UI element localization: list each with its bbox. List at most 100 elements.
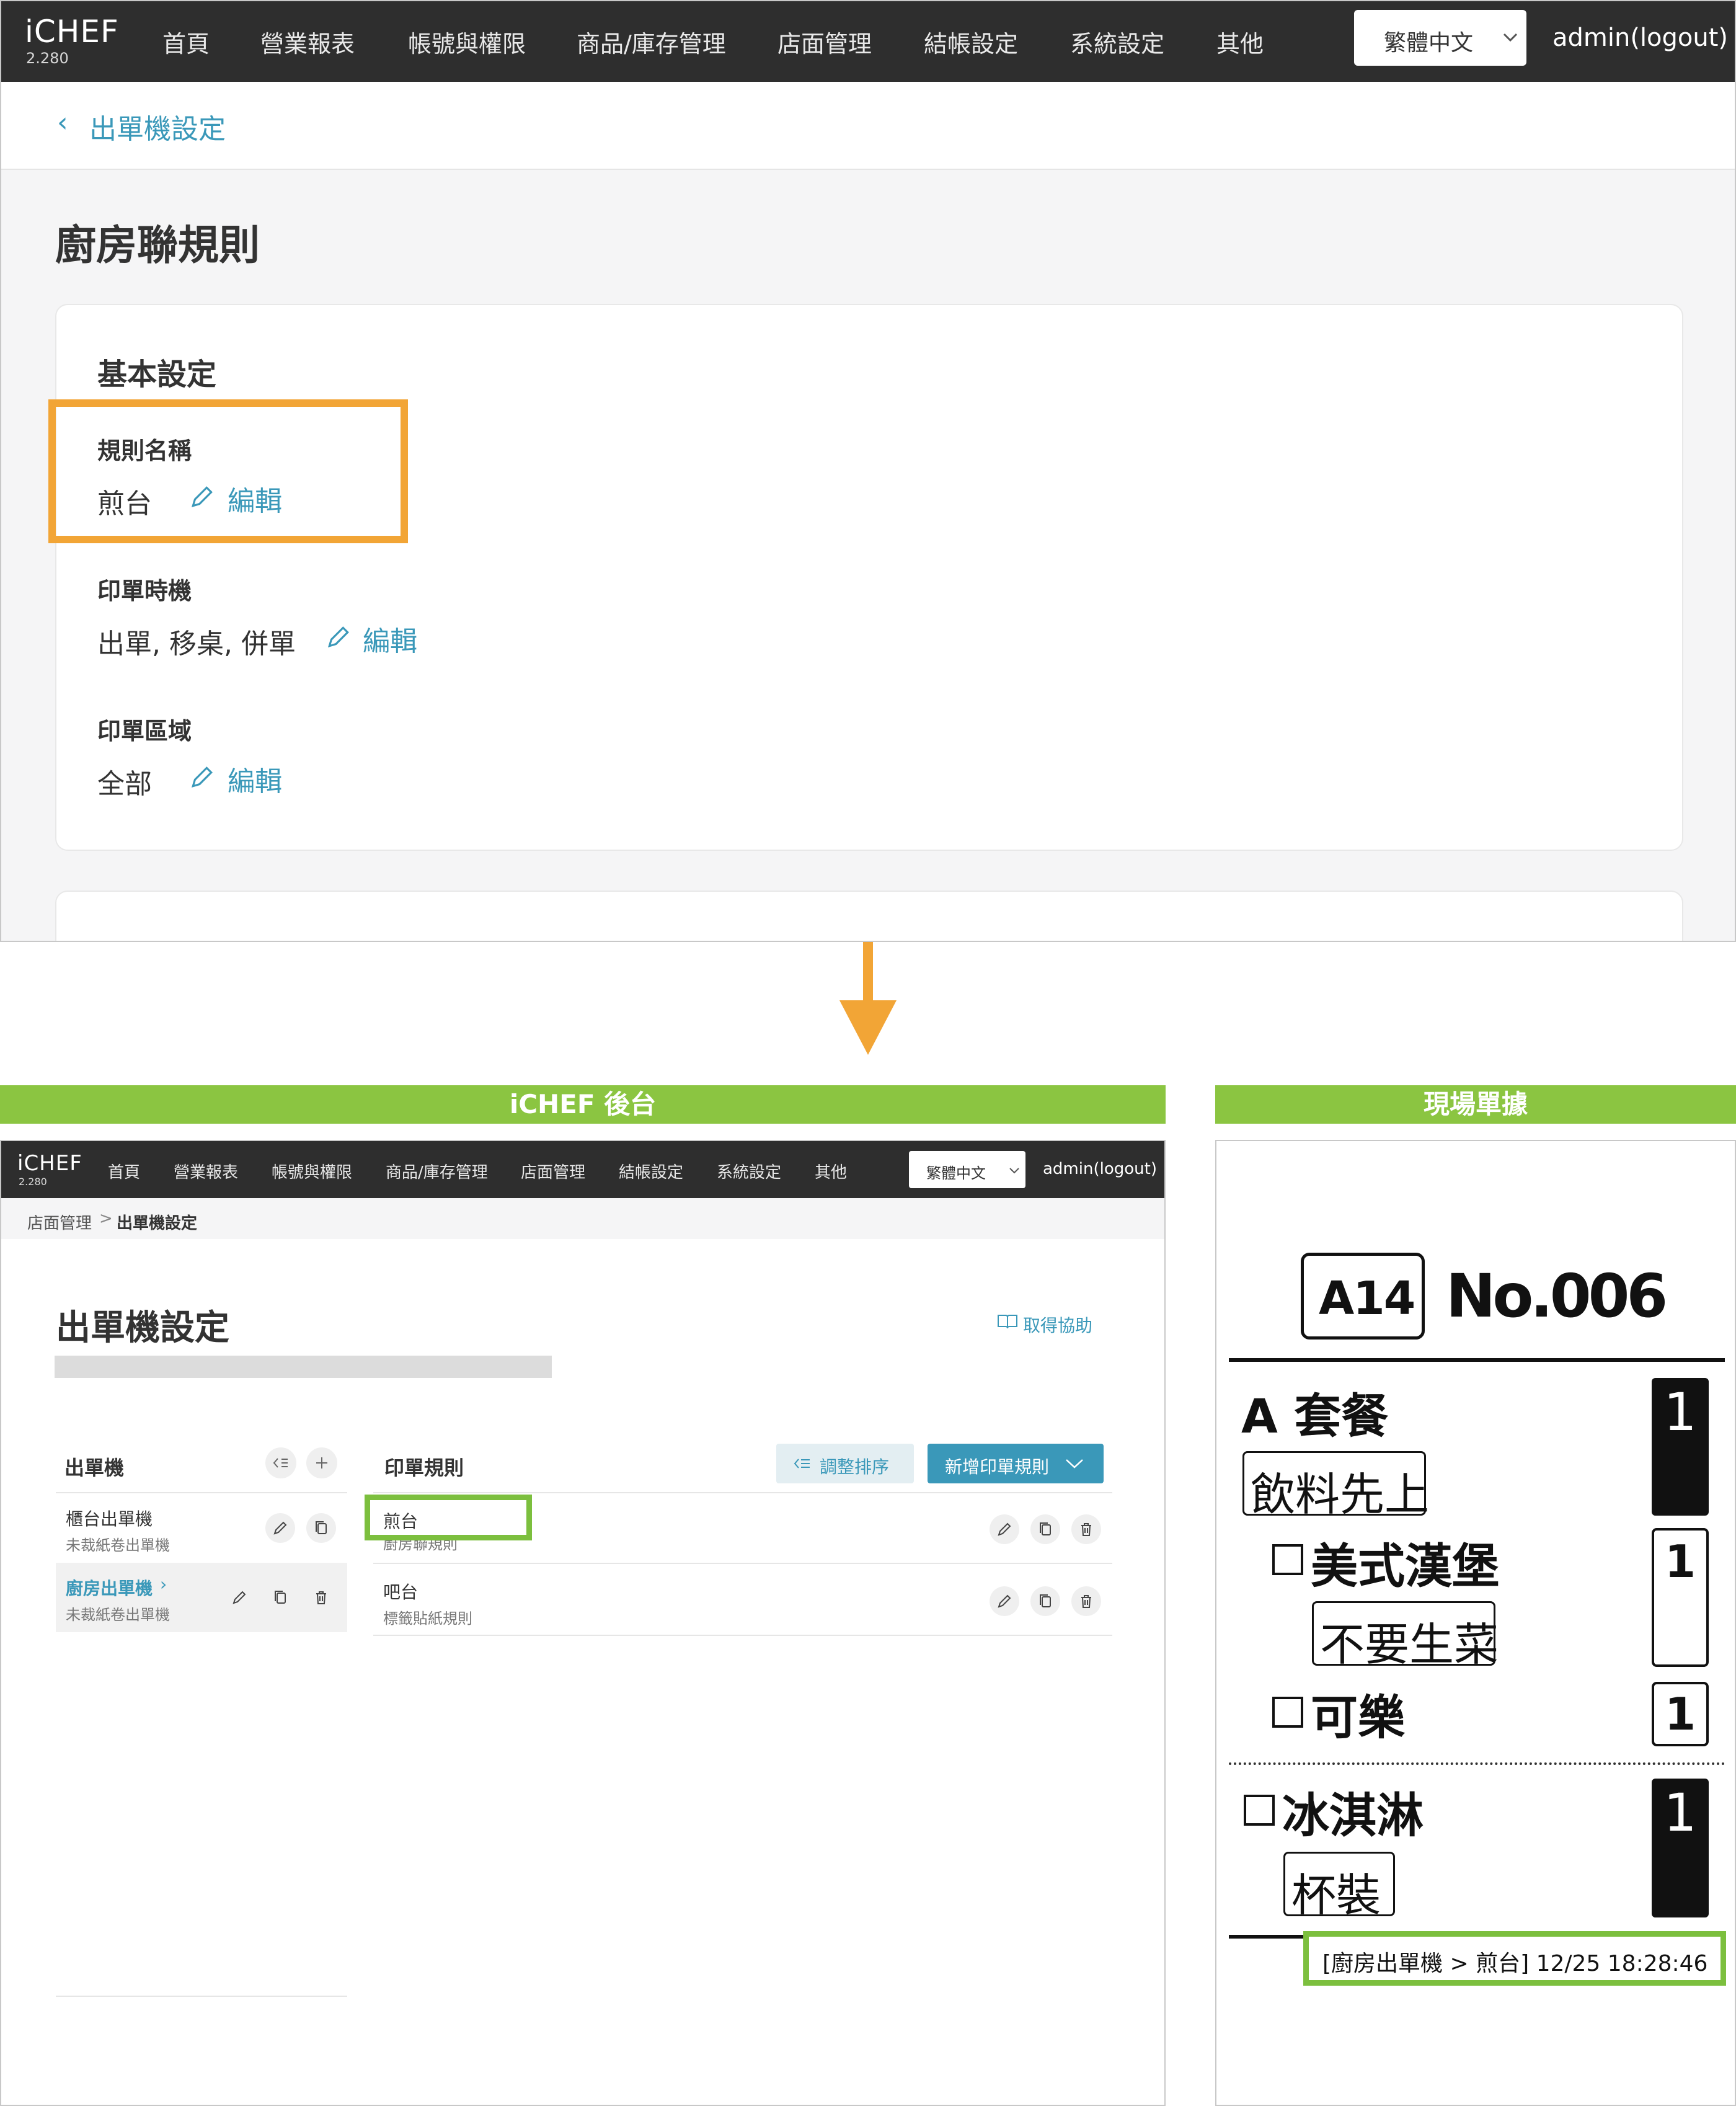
chevron-down-icon <box>1503 33 1518 42</box>
add-rule-label: 新增印單規則 <box>945 1457 1050 1477</box>
print-area-edit-link[interactable]: 編輯 <box>228 759 282 799</box>
chevron-left-icon[interactable]: ‹ <box>57 107 68 138</box>
nav-store[interactable]: 店面管理 <box>777 25 872 59</box>
highlight-print-source: [廚房出單機 > 煎台] 12/25 18:28:46 <box>1303 1931 1726 1986</box>
top-navbar: iCHEF 2.280 首頁 營業報表 帳號與權限 商品/庫存管理 店面管理 結… <box>1 1 1735 82</box>
add-rule-button[interactable]: 新增印單規則 <box>928 1444 1104 1483</box>
copy-printer-button[interactable] <box>306 1513 336 1543</box>
copy-icon <box>275 1591 286 1604</box>
delete-rule-button[interactable] <box>1071 1514 1101 1544</box>
copy-rule-button[interactable] <box>1030 1514 1060 1544</box>
sort-rules-button[interactable]: 調整排序 <box>776 1444 914 1483</box>
next-settings-card <box>55 891 1683 941</box>
pencil-icon[interactable] <box>326 624 352 650</box>
language-select[interactable]: 繁體中文 <box>909 1151 1025 1188</box>
breadcrumb-current: 出單機設定 <box>117 1214 198 1233</box>
language-select[interactable]: 繁體中文 <box>1354 10 1526 66</box>
delete-rule-button[interactable] <box>1071 1586 1101 1616</box>
page-title: 廚房聯規則 <box>55 221 260 269</box>
breadcrumb-separator: > <box>99 1209 113 1228</box>
table-badge: A14 <box>1301 1253 1425 1340</box>
highlight-rule-name <box>48 399 408 543</box>
pencil-icon <box>998 1522 1011 1536</box>
item-name: A 套餐 <box>1241 1388 1389 1444</box>
description-placeholder <box>55 1356 552 1378</box>
printer-list-item-selected[interactable]: 廚房出單機 › 未裁紙卷出單機 <box>56 1563 347 1632</box>
nav-checkout[interactable]: 結帳設定 <box>924 25 1018 59</box>
copy-rule-button[interactable] <box>1030 1586 1060 1616</box>
admin-logout-link[interactable]: admin(logout) <box>1043 1160 1157 1178</box>
divider <box>1229 1358 1725 1362</box>
printers-header: 出單機 <box>64 1456 125 1480</box>
item-quantity: 1 <box>1652 1378 1709 1516</box>
highlight-rule-name <box>365 1495 532 1540</box>
language-value: 繁體中文 <box>926 1165 986 1182</box>
nav-checkout[interactable]: 結帳設定 <box>619 1160 683 1183</box>
section-title: 基本設定 <box>97 357 217 392</box>
pencil-icon <box>232 1591 246 1604</box>
help-link[interactable]: 取得協助 <box>1023 1312 1092 1337</box>
nav-other[interactable]: 其他 <box>1216 25 1264 59</box>
ichef-logo[interactable]: iCHEF <box>17 1151 82 1176</box>
print-area-label: 印單區域 <box>97 718 192 745</box>
nav-reports[interactable]: 營業報表 <box>260 25 355 59</box>
order-number: No.006 <box>1446 1261 1668 1331</box>
chevron-down-icon <box>1009 1168 1019 1174</box>
delete-printer-button[interactable] <box>306 1583 336 1612</box>
print-area-value: 全部 <box>97 768 152 800</box>
item-quantity: 1 <box>1652 1682 1709 1746</box>
back-link[interactable]: 出單機設定 <box>89 107 226 146</box>
edit-rule-button[interactable] <box>990 1586 1019 1616</box>
pencil-icon[interactable] <box>189 764 215 790</box>
rule-name: 吧台 <box>383 1582 418 1602</box>
arrow-down-icon <box>839 1000 897 1055</box>
nav-reports[interactable]: 營業報表 <box>174 1160 238 1183</box>
language-value: 繁體中文 <box>1384 30 1474 56</box>
version-label: 2.280 <box>26 50 69 67</box>
nav-accounts[interactable]: 帳號與權限 <box>408 25 526 59</box>
nav-accounts[interactable]: 帳號與權限 <box>272 1160 352 1183</box>
rule-type: 標籤貼紙規則 <box>383 1610 472 1627</box>
rule-list-item[interactable]: 吧台 標籤貼紙規則 <box>373 1565 1112 1636</box>
nav-store[interactable]: 店面管理 <box>521 1160 585 1183</box>
edit-printer-button[interactable] <box>265 1513 295 1543</box>
page-title: 出單機設定 <box>56 1308 229 1348</box>
print-timing-value: 出單, 移桌, 併單 <box>97 628 296 660</box>
breadcrumb-parent[interactable]: 店面管理 <box>27 1211 92 1233</box>
item-note: 杯裝 <box>1283 1852 1395 1921</box>
arrow-shaft <box>863 942 873 1004</box>
checkbox-icon <box>1272 1697 1303 1728</box>
add-printer-button[interactable] <box>306 1447 337 1478</box>
copy-icon <box>1040 1522 1051 1535</box>
print-timing-edit-link[interactable]: 編輯 <box>363 619 417 659</box>
ichef-logo[interactable]: iCHEF <box>25 14 119 50</box>
item-name: 美式漢堡 <box>1311 1539 1499 1594</box>
trash-icon <box>1081 1595 1091 1608</box>
admin-logout-link[interactable]: admin(logout) <box>1552 24 1728 52</box>
back-bar: ‹ 出單機設定 <box>1 82 1735 170</box>
print-source-line: [廚房出單機 > 煎台] 12/25 18:28:46 <box>1322 1951 1708 1976</box>
nav-products[interactable]: 商品/庫存管理 <box>386 1160 488 1183</box>
pencil-icon <box>998 1594 1011 1608</box>
edit-rule-button[interactable] <box>990 1514 1019 1544</box>
breadcrumb: 店面管理 > 出單機設定 <box>1 1198 1164 1239</box>
nav-system[interactable]: 系統設定 <box>1070 25 1164 59</box>
edit-printer-button[interactable] <box>224 1583 254 1612</box>
nav-products[interactable]: 商品/庫存管理 <box>577 25 726 59</box>
copy-icon <box>1040 1594 1051 1607</box>
sort-icon <box>273 1458 288 1468</box>
nav-other[interactable]: 其他 <box>815 1160 847 1183</box>
sort-printers-button[interactable] <box>265 1447 296 1478</box>
checkbox-icon <box>1244 1795 1275 1826</box>
table-number: A14 <box>1319 1272 1415 1325</box>
nav-system[interactable]: 系統設定 <box>717 1160 781 1183</box>
book-icon[interactable] <box>997 1313 1018 1330</box>
trash-icon <box>316 1591 326 1604</box>
nav-home[interactable]: 首頁 <box>162 25 210 59</box>
printer-list-item[interactable]: 櫃台出單機 未裁紙卷出單機 <box>56 1493 347 1563</box>
copy-printer-button[interactable] <box>265 1583 295 1612</box>
item-quantity: 1 <box>1652 1779 1709 1917</box>
nav-home[interactable]: 首頁 <box>108 1160 140 1183</box>
checkbox-icon <box>1272 1544 1303 1575</box>
backend-navbar: iCHEF 2.280 首頁 營業報表 帳號與權限 商品/庫存管理 店面管理 結… <box>1 1141 1164 1198</box>
